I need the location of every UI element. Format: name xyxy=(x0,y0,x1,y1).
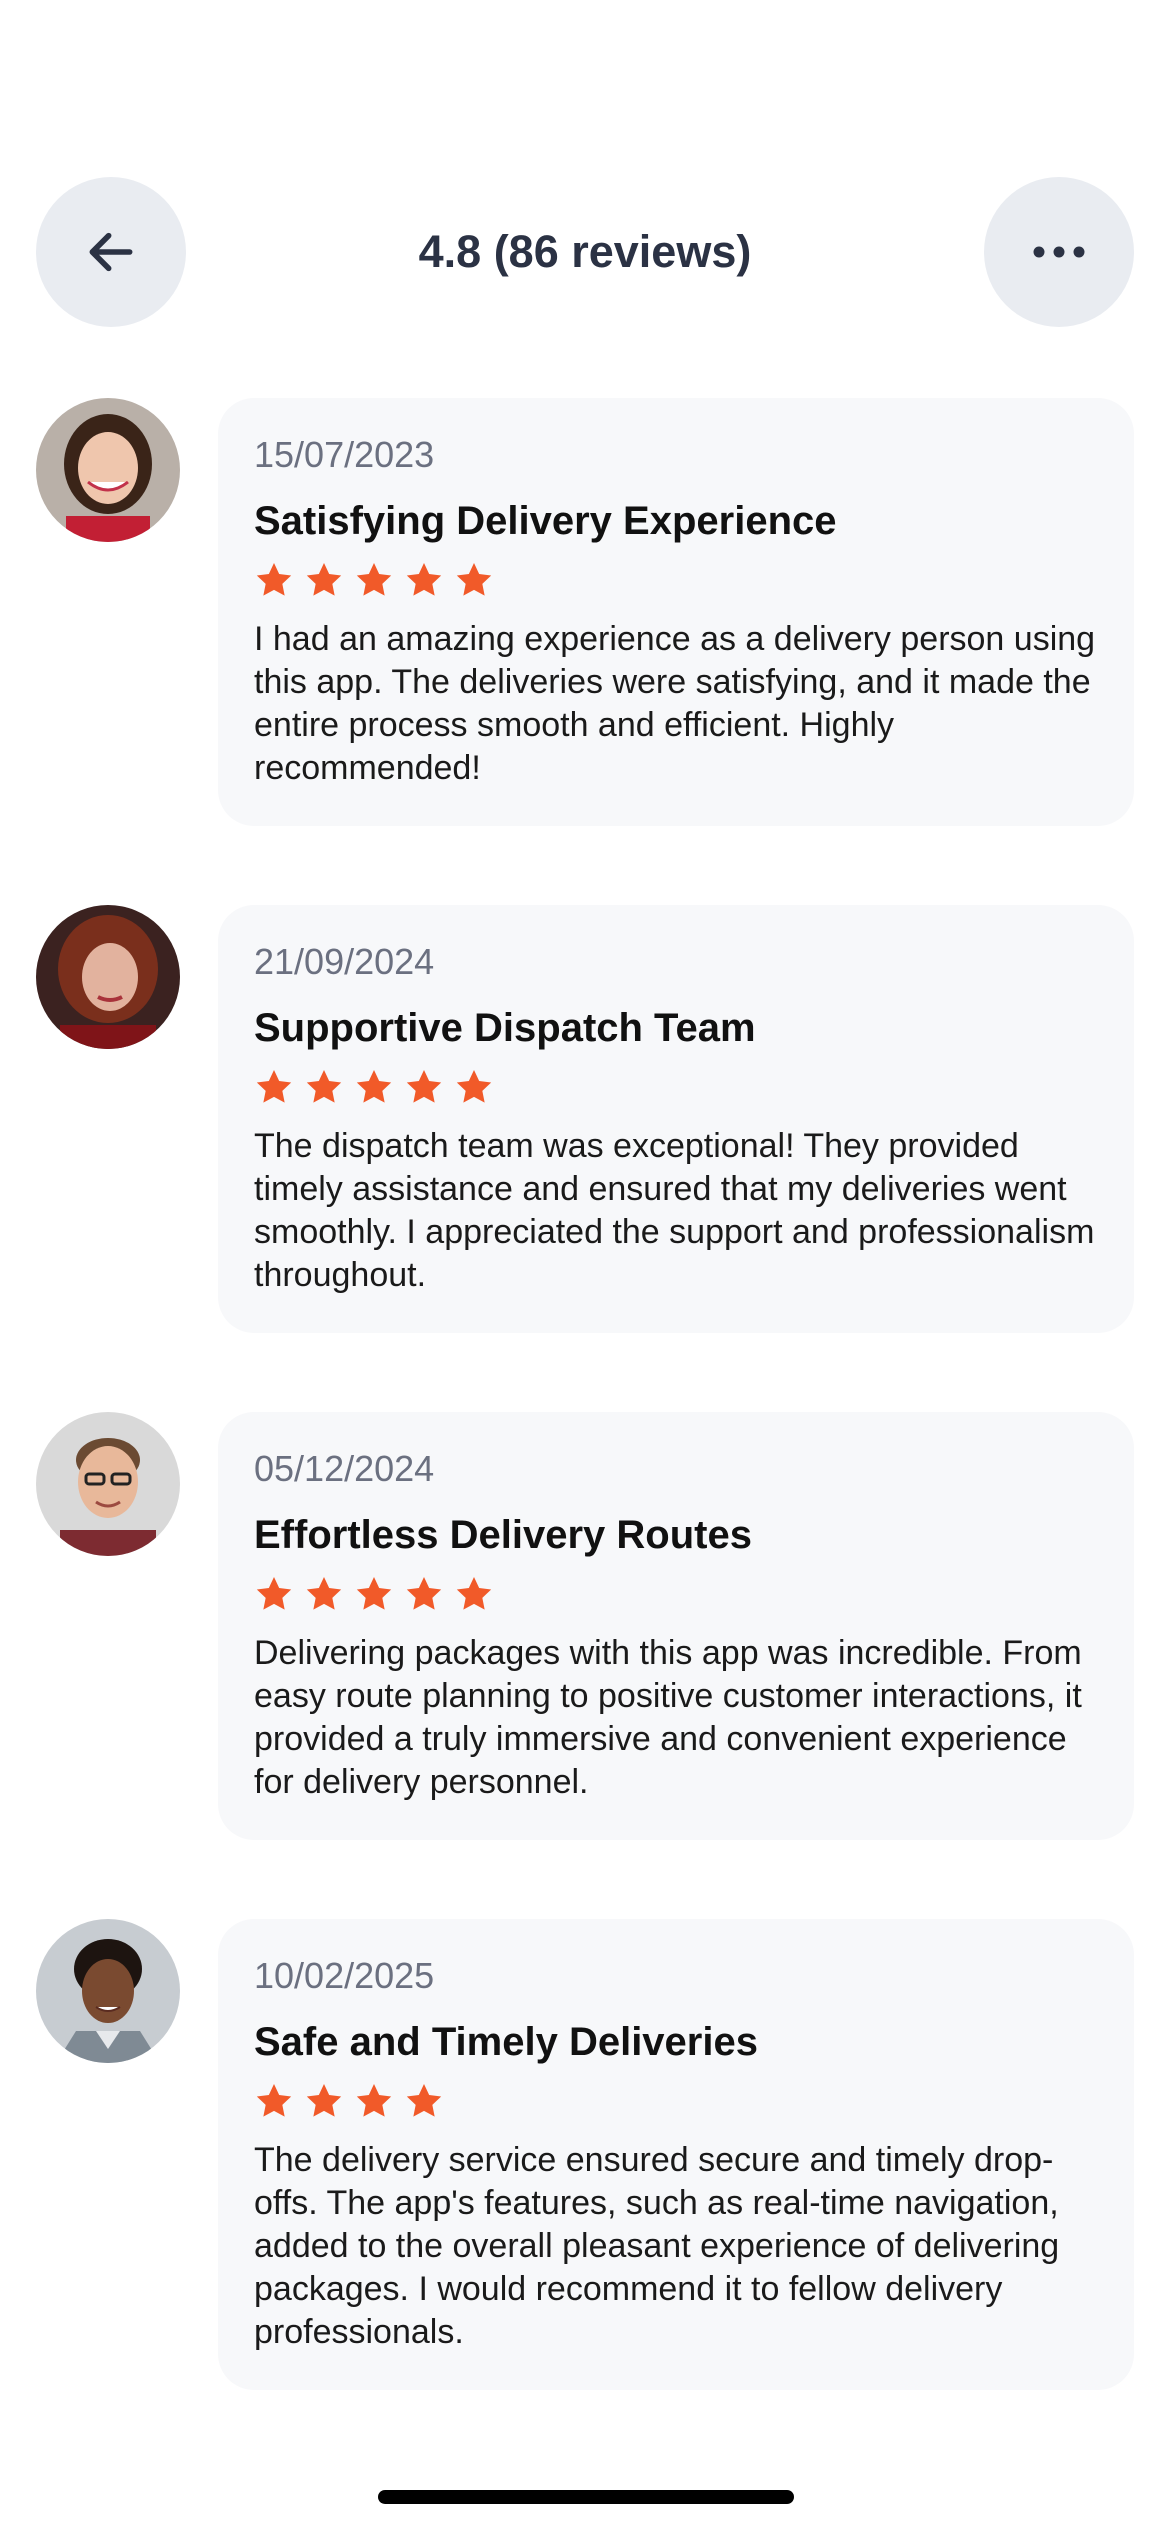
star-icon xyxy=(406,563,442,596)
star-icon xyxy=(256,2084,292,2117)
star-icon xyxy=(456,563,492,596)
review-title: Safe and Timely Deliveries xyxy=(254,2020,758,2064)
review-title: Supportive Dispatch Team xyxy=(254,1006,756,1050)
avatar xyxy=(36,1412,180,1556)
more-horizontal-icon xyxy=(1033,246,1085,258)
review-text: The delivery service ensured secure and … xyxy=(254,2141,1060,2351)
review-card: 10/02/2025 Safe and Timely Deliveries Th… xyxy=(218,1919,1134,2390)
star-icon xyxy=(306,1070,342,1103)
star-icon xyxy=(306,1577,342,1610)
review-title: Satisfying Delivery Experience xyxy=(254,499,837,543)
star-icon xyxy=(306,2084,342,2117)
review-text: The dispatch team was exceptional! They … xyxy=(254,1127,1095,1294)
review-date: 21/09/2024 xyxy=(254,941,435,982)
star-icon xyxy=(406,2084,442,2117)
star-icon xyxy=(256,563,292,596)
star-icon xyxy=(356,1577,392,1610)
avatar xyxy=(36,1919,180,2063)
avatar xyxy=(36,398,180,542)
star-icon xyxy=(256,1577,292,1610)
star-icon xyxy=(356,2084,392,2117)
top-bar: 4.8 (86 reviews) xyxy=(36,177,1134,327)
star-rating xyxy=(254,560,1098,604)
back-button[interactable] xyxy=(36,177,186,327)
review-card: 05/12/2024 Effortless Delivery Routes De… xyxy=(218,1412,1134,1840)
review-date: 05/12/2024 xyxy=(254,1448,435,1489)
star-icon xyxy=(456,1070,492,1103)
arrow-left-icon xyxy=(89,232,133,272)
star-rating xyxy=(254,1067,1098,1111)
star-icon xyxy=(256,1070,292,1103)
review-title: Effortless Delivery Routes xyxy=(254,1513,752,1557)
star-icon xyxy=(406,1070,442,1103)
star-icon xyxy=(406,1577,442,1610)
star-rating xyxy=(254,2081,1098,2125)
star-icon xyxy=(306,563,342,596)
home-indicator xyxy=(378,2490,794,2504)
star-icon xyxy=(356,1070,392,1103)
page-title: 4.8 (86 reviews) xyxy=(418,226,752,277)
review-text: I had an amazing experience as a deliver… xyxy=(254,620,1096,787)
review-date: 15/07/2023 xyxy=(254,434,435,475)
avatar xyxy=(36,905,180,1049)
star-icon xyxy=(456,1577,492,1610)
review-date: 10/02/2025 xyxy=(254,1955,435,1996)
review-card: 15/07/2023 Satisfying Delivery Experienc… xyxy=(218,398,1134,826)
review-text: Delivering packages with this app was in… xyxy=(254,1634,1082,1801)
more-options-button[interactable] xyxy=(984,177,1134,327)
review-card: 21/09/2024 Supportive Dispatch Team The … xyxy=(218,905,1134,1333)
star-rating xyxy=(254,1574,1098,1618)
star-icon xyxy=(356,563,392,596)
